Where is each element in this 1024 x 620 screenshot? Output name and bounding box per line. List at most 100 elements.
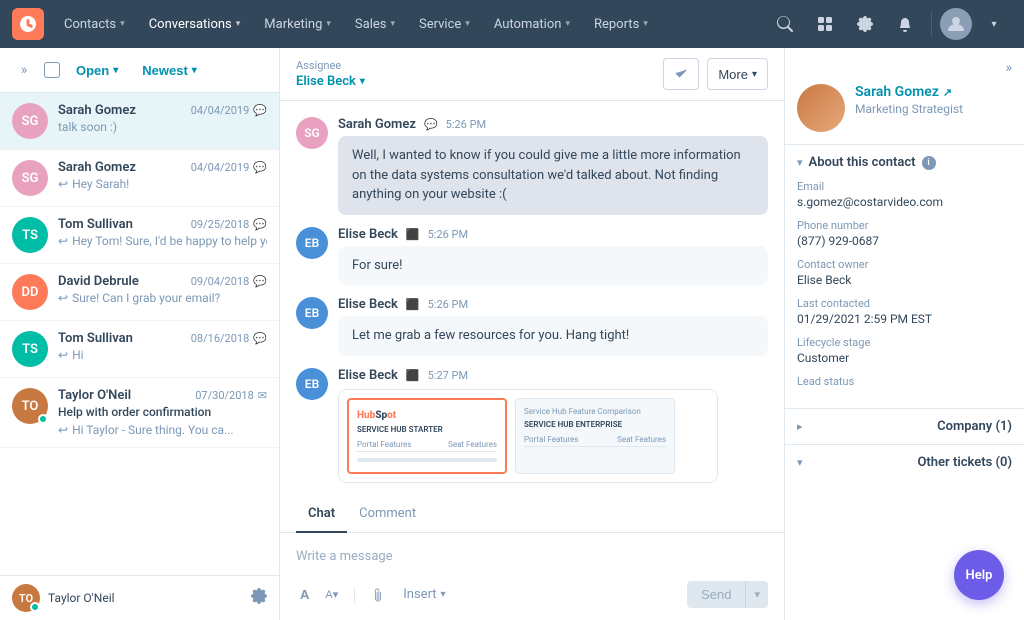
- list-item[interactable]: TS Tom Sullivan 09/25/2018 💬 ↩ Hey Tom! …: [0, 207, 279, 264]
- tab-chat[interactable]: Chat: [296, 496, 347, 533]
- avatar: DD: [12, 274, 48, 310]
- avatar: TO: [12, 388, 48, 424]
- contact-info: Sarah Gomez ↗ Marketing Strategist: [797, 84, 1012, 132]
- attach-file-button[interactable]: [367, 584, 389, 606]
- resolve-button[interactable]: [663, 58, 699, 90]
- contact-name: Tom Sullivan: [58, 217, 133, 232]
- newest-filter-button[interactable]: Newest ▾: [134, 59, 205, 82]
- about-section-chevron: ▾: [797, 156, 803, 169]
- send-options-button[interactable]: ▾: [745, 581, 768, 608]
- nav-contacts[interactable]: Contacts ▾: [52, 0, 137, 48]
- automation-chevron: ▾: [565, 19, 570, 29]
- message-avatar: EB: [296, 368, 328, 400]
- message-time: 5:26 PM: [446, 118, 486, 131]
- message-avatar: EB: [296, 227, 328, 259]
- message-bubble: Well, I wanted to know if you could give…: [338, 136, 768, 215]
- open-filter-button[interactable]: Open ▾: [68, 59, 126, 82]
- list-item[interactable]: SG Sarah Gomez 04/04/2019 💬 talk soon :): [0, 93, 279, 150]
- grid-icon[interactable]: [807, 6, 843, 42]
- phone-label: Phone number: [797, 219, 1012, 232]
- chat-toolbar: A A▾ Insert ▾ Send ▾: [296, 581, 768, 608]
- contact-name: Tom Sullivan: [58, 331, 133, 346]
- message-avatar: EB: [296, 297, 328, 329]
- conversation-list: SG Sarah Gomez 04/04/2019 💬 talk soon :): [0, 93, 279, 575]
- contact-avatar: [797, 84, 845, 132]
- nav-service[interactable]: Service ▾: [407, 0, 482, 48]
- chat-messages: SG Sarah Gomez 💬 5:26 PM Well, I wanted …: [280, 101, 784, 496]
- nav-reports[interactable]: Reports ▾: [582, 0, 660, 48]
- search-icon[interactable]: [767, 6, 803, 42]
- contact-name[interactable]: Sarah Gomez ↗: [855, 84, 963, 100]
- tab-comment[interactable]: Comment: [347, 496, 428, 533]
- avatar: TS: [12, 331, 48, 367]
- help-button[interactable]: Help: [954, 550, 1004, 600]
- phone-value: (877) 929-0687: [797, 234, 1012, 248]
- list-item[interactable]: TO Taylor O'Neil 07/30/2018 ✉ Help with …: [0, 378, 279, 448]
- about-section-header[interactable]: ▾ About this contact i: [785, 145, 1024, 176]
- reply-arrow-icon: ↩: [58, 291, 68, 305]
- settings-gear-icon[interactable]: [251, 588, 267, 608]
- assignee-chevron: ▾: [360, 76, 365, 87]
- chat-icon: 💬: [253, 332, 267, 345]
- email-label: Email: [797, 180, 1012, 193]
- chat-header: Assignee Elise Beck ▾ More ▾: [280, 48, 784, 101]
- nav-conversations[interactable]: Conversations ▾: [137, 0, 253, 48]
- nav-automation[interactable]: Automation ▾: [482, 0, 582, 48]
- tickets-label: Other tickets (0): [917, 455, 1012, 470]
- conv-date: 09/25/2018 💬: [191, 218, 267, 231]
- nav-sales[interactable]: Sales ▾: [343, 0, 407, 48]
- assignee-dropdown[interactable]: Elise Beck ▾: [296, 74, 365, 89]
- expand-right-sidebar-button[interactable]: »: [1005, 60, 1012, 76]
- open-filter-chevron: ▾: [113, 65, 118, 76]
- conv-date: 08/16/2018 💬: [191, 332, 267, 345]
- account-chevron[interactable]: ▾: [976, 6, 1012, 42]
- select-all-checkbox[interactable]: [44, 62, 60, 78]
- contact-name: Sarah Gomez: [58, 103, 136, 118]
- expand-sidebar-button[interactable]: »: [12, 58, 36, 82]
- hubspot-card-2: Service Hub Feature Comparison SERVICE H…: [515, 398, 675, 474]
- attachment-preview[interactable]: HubSpot SERVICE HUB STARTER Portal Featu…: [338, 389, 718, 483]
- company-chevron: ▸: [797, 420, 803, 433]
- nav-marketing[interactable]: Marketing ▾: [252, 0, 343, 48]
- conv-date: 09/04/2018 💬: [191, 275, 267, 288]
- sidebar-bottom: TO Taylor O'Neil: [0, 575, 279, 620]
- avatar: SG: [12, 103, 48, 139]
- message-bubble: For sure!: [338, 246, 768, 286]
- avatar: TS: [12, 217, 48, 253]
- list-item[interactable]: TS Tom Sullivan 08/16/2018 💬 ↩ Hi: [0, 321, 279, 378]
- message-input[interactable]: Write a message: [296, 545, 768, 569]
- user-small-avatar: TO: [12, 584, 40, 612]
- more-options-button[interactable]: More ▾: [707, 58, 768, 90]
- chat-tabs: Chat Comment: [280, 496, 784, 533]
- insert-chevron: ▾: [441, 589, 446, 600]
- text-size-button[interactable]: A▾: [321, 584, 342, 605]
- send-button[interactable]: Send: [687, 581, 745, 608]
- message-avatar: SG: [296, 117, 328, 149]
- contacts-chevron: ▾: [120, 19, 125, 29]
- nav-divider: [931, 12, 932, 36]
- message-time: 5:26 PM: [428, 298, 468, 311]
- hubspot-logo[interactable]: [12, 8, 44, 40]
- conv-preview: talk soon :): [58, 120, 267, 134]
- message-item: EB Elise Beck ⬛ 5:26 PM For sure!: [296, 227, 768, 286]
- conv-preview: ↩ Hey Sarah!: [58, 177, 267, 191]
- chat-input-area: Write a message A A▾ Insert ▾ Send: [280, 533, 784, 620]
- list-item[interactable]: DD David Debrule 09/04/2018 💬 ↩ Sure! Ca…: [0, 264, 279, 321]
- insert-dropdown-button[interactable]: Insert ▾: [397, 583, 451, 606]
- company-section[interactable]: ▸ Company (1): [785, 408, 1024, 444]
- notifications-icon[interactable]: [887, 6, 923, 42]
- settings-icon[interactable]: [847, 6, 883, 42]
- list-item[interactable]: SG Sarah Gomez 04/04/2019 💬 ↩ Hey Sarah!: [0, 150, 279, 207]
- newest-filter-chevron: ▾: [192, 65, 197, 76]
- conv-preview: Help with order confirmation ↩ Hi Taylor…: [58, 405, 267, 437]
- text-format-button[interactable]: A: [296, 583, 313, 606]
- right-sidebar: » Sarah Gomez ↗ Marketing Strategist ▾ A…: [784, 48, 1024, 620]
- conv-preview: ↩ Hi: [58, 348, 267, 362]
- other-tickets-section[interactable]: ▾ Other tickets (0): [785, 444, 1024, 480]
- email-field-row: Email s.gomez@costarvideo.com: [797, 180, 1012, 209]
- lead-status-field-row: Lead status: [797, 375, 1012, 388]
- conversations-chevron: ▾: [236, 19, 241, 29]
- user-avatar[interactable]: [940, 8, 972, 40]
- message-sender: Elise Beck: [338, 368, 398, 383]
- chat-icon: 💬: [253, 161, 267, 174]
